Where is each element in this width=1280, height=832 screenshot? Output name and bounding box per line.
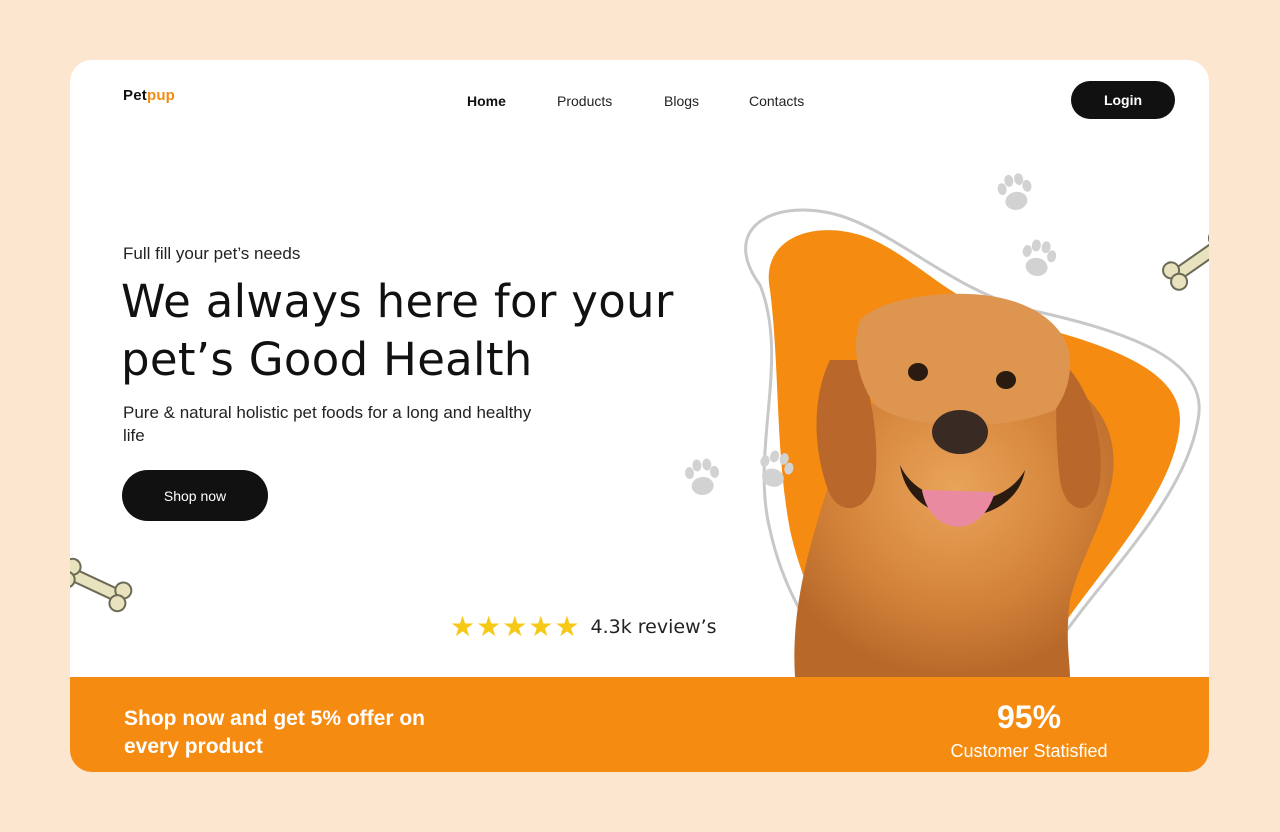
satisfaction-label: Customer Statisfied	[950, 741, 1108, 761]
offer-text: Shop now and get 5% offer on every produ…	[124, 707, 425, 758]
nav-contacts-link[interactable]: Contacts	[749, 93, 804, 109]
paw-print-icon	[1018, 237, 1059, 279]
bone-icon	[1158, 226, 1209, 294]
nav-home-link[interactable]: Home	[467, 93, 506, 109]
brand-name-accent: pup	[146, 87, 176, 104]
hero-headline-line1: We always here for your	[121, 275, 674, 328]
hero-headline: We always here for your pet’s Good Healt…	[121, 273, 761, 389]
hero-blob	[768, 230, 1180, 688]
paw-print-icon	[754, 447, 797, 491]
shop-now-button[interactable]: Shop now	[122, 470, 268, 521]
rating-summary: ★★★★★ 4.3k review’s	[450, 610, 717, 643]
nav-blogs-link[interactable]: Blogs	[664, 93, 699, 109]
paw-print-icon	[995, 171, 1036, 213]
landing-card: Petpup Home Products Blogs Contacts Logi…	[70, 60, 1209, 772]
hero-subtitle: Pure & natural holistic pet foods for a …	[123, 403, 532, 445]
bone-icon	[70, 555, 135, 615]
nav-products-link[interactable]: Products	[557, 93, 612, 109]
hero-kicker: Full fill your pet’s needs	[123, 244, 301, 263]
review-count: 4.3k review’s	[590, 615, 717, 638]
paw-print-icon	[683, 457, 721, 497]
brand-logo[interactable]: Petpup	[123, 87, 175, 104]
brand-name-primary: Pet	[123, 87, 147, 104]
star-icon: ★★★★★	[450, 611, 581, 642]
hero-headline-line2: pet’s Good Health	[121, 333, 533, 386]
login-button[interactable]: Login	[1071, 81, 1175, 119]
satisfaction-value: 95%	[996, 699, 1062, 735]
offer-banner: Shop now and get 5% offer on every produ…	[70, 677, 1209, 772]
hero-blob-outline	[744, 208, 1201, 702]
dog-illustration	[794, 293, 1114, 677]
